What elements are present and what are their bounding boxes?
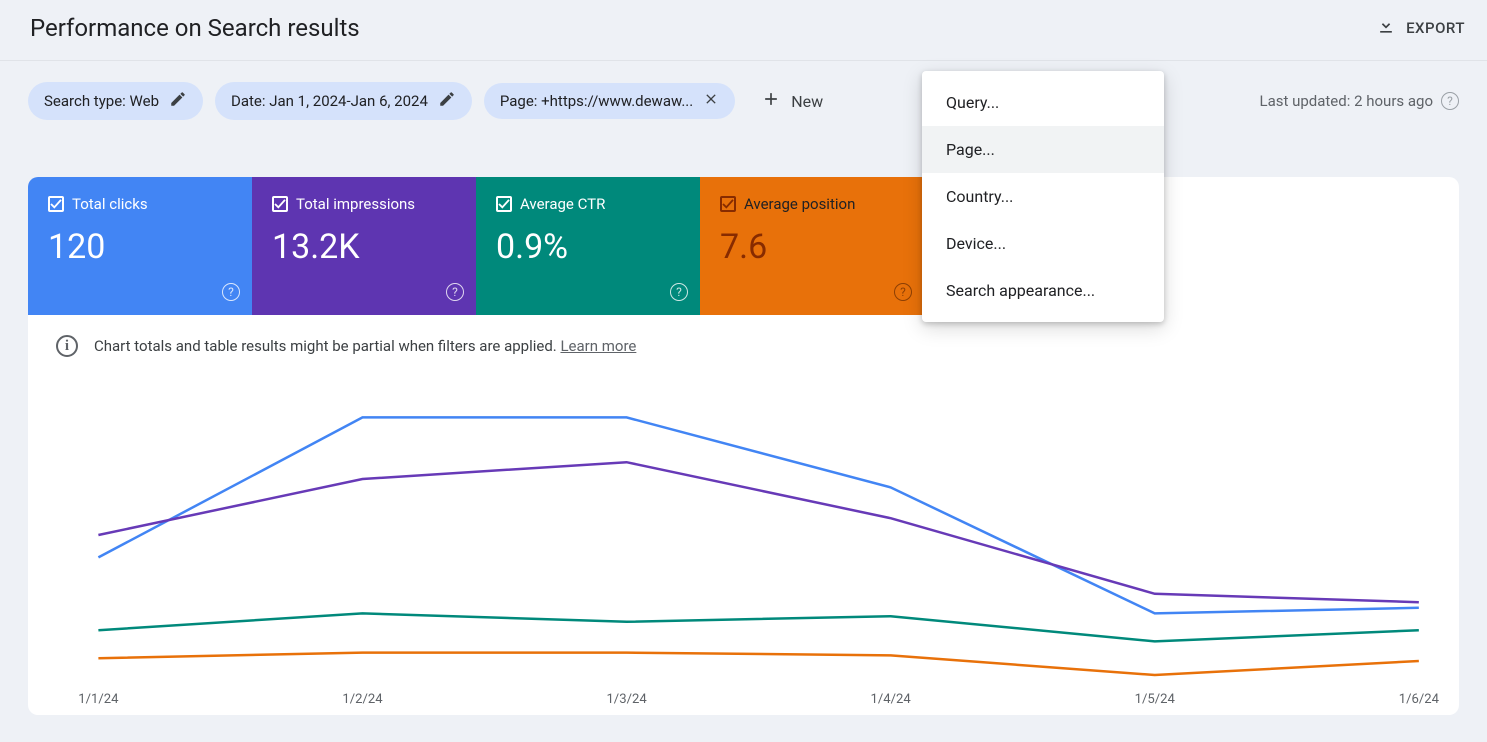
filter-chip-date[interactable]: Date: Jan 1, 2024-Jan 6, 2024 bbox=[215, 82, 472, 120]
partial-data-notice: Chart totals and table results might be … bbox=[94, 337, 636, 355]
metric-value: 0.9% bbox=[496, 227, 680, 267]
filter-chip-page[interactable]: Page: +https://www.dewaw... bbox=[484, 83, 735, 119]
checkbox-icon[interactable] bbox=[48, 196, 64, 212]
new-filter-dropdown: Query... Page... Country... Device... Se… bbox=[922, 71, 1164, 322]
chart-x-label: 1/6/24 bbox=[1399, 692, 1439, 707]
metric-value: 13.2K bbox=[272, 227, 456, 267]
metric-card-clicks[interactable]: Total clicks 120 ? bbox=[28, 177, 252, 315]
checkbox-icon[interactable] bbox=[496, 196, 512, 212]
metric-card-ctr[interactable]: Average CTR 0.9% ? bbox=[476, 177, 700, 315]
dropdown-item-query[interactable]: Query... bbox=[922, 79, 1164, 126]
last-updated-text: Last updated: 2 hours ago bbox=[1259, 92, 1433, 110]
export-label: EXPORT bbox=[1406, 19, 1465, 37]
dropdown-item-device[interactable]: Device... bbox=[922, 220, 1164, 267]
help-icon[interactable]: ? bbox=[1441, 92, 1459, 110]
metric-card-impressions[interactable]: Total impressions 13.2K ? bbox=[252, 177, 476, 315]
chart-line bbox=[98, 462, 1418, 602]
metric-label: Total clicks bbox=[72, 195, 148, 213]
dropdown-item-search-appearance[interactable]: Search appearance... bbox=[922, 267, 1164, 314]
metric-label: Average CTR bbox=[520, 195, 605, 213]
performance-card: Total clicks 120 ? Total impressions 13.… bbox=[28, 177, 1459, 715]
help-icon[interactable]: ? bbox=[894, 283, 912, 301]
learn-more-link[interactable]: Learn more bbox=[560, 337, 636, 355]
metric-label: Average position bbox=[744, 195, 855, 213]
metric-card-position[interactable]: Average position 7.6 ? bbox=[700, 177, 924, 315]
pencil-icon bbox=[438, 90, 456, 112]
filter-chip-label: Page: +https://www.dewaw... bbox=[500, 92, 693, 110]
filter-chip-label: Date: Jan 1, 2024-Jan 6, 2024 bbox=[231, 92, 428, 110]
chart-line bbox=[98, 613, 1418, 641]
page-title: Performance on Search results bbox=[30, 14, 360, 42]
pencil-icon bbox=[169, 90, 187, 112]
export-button[interactable]: EXPORT bbox=[1376, 16, 1465, 40]
chart-line bbox=[98, 417, 1418, 613]
new-filter-label: New bbox=[791, 92, 823, 111]
dropdown-item-country[interactable]: Country... bbox=[922, 173, 1164, 220]
checkbox-icon[interactable] bbox=[272, 196, 288, 212]
metric-value: 7.6 bbox=[720, 227, 904, 267]
chart-x-label: 1/4/24 bbox=[871, 692, 912, 707]
notice-text: Chart totals and table results might be … bbox=[94, 337, 560, 355]
last-updated: Last updated: 2 hours ago ? bbox=[1259, 92, 1459, 110]
chart-x-label: 1/3/24 bbox=[606, 692, 647, 707]
performance-chart: 1/1/24 1/2/24 1/3/24 1/4/24 1/5/24 1/6/24 bbox=[48, 385, 1439, 715]
download-icon bbox=[1376, 16, 1396, 40]
help-icon[interactable]: ? bbox=[222, 283, 240, 301]
chart-line bbox=[98, 653, 1418, 675]
help-icon[interactable]: ? bbox=[670, 283, 688, 301]
dropdown-item-page[interactable]: Page... bbox=[922, 126, 1164, 173]
close-icon[interactable] bbox=[703, 91, 719, 111]
help-icon[interactable]: ? bbox=[446, 283, 464, 301]
plus-icon bbox=[761, 89, 781, 113]
chart-x-label: 1/2/24 bbox=[342, 692, 383, 707]
chart-x-label: 1/1/24 bbox=[78, 692, 119, 707]
new-filter-button[interactable]: New bbox=[747, 81, 837, 121]
checkbox-icon[interactable] bbox=[720, 196, 736, 212]
metric-label: Total impressions bbox=[296, 195, 415, 213]
filter-chip-label: Search type: Web bbox=[44, 92, 159, 110]
metric-value: 120 bbox=[48, 227, 232, 267]
filter-chip-search-type[interactable]: Search type: Web bbox=[28, 82, 203, 120]
info-icon: i bbox=[56, 335, 78, 357]
chart-x-label: 1/5/24 bbox=[1135, 692, 1176, 707]
